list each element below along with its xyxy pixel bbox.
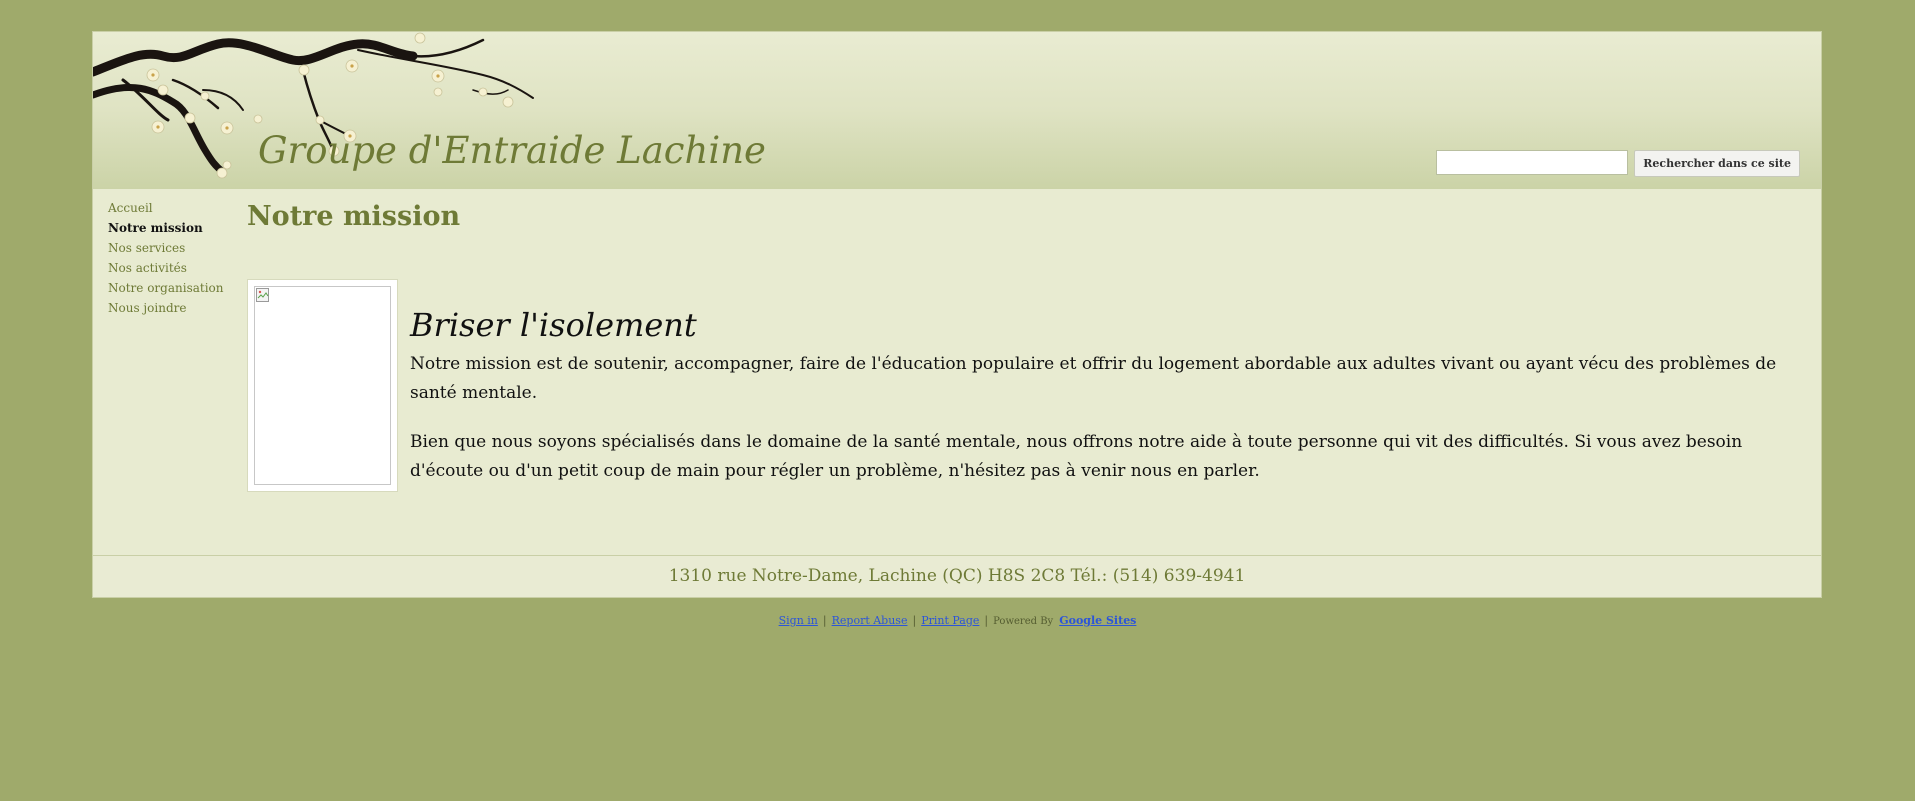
sidebar-item-notre-organisation[interactable]: Notre organisation (108, 278, 238, 298)
main-content: Notre mission Briser l'isolement Notre m… (247, 201, 1801, 492)
sidebar-item-nos-services[interactable]: Nos services (108, 238, 238, 258)
print-page-link[interactable]: Print Page (921, 614, 979, 627)
separator: | (822, 614, 827, 627)
sidebar-nav: Accueil Notre mission Nos services Nos a… (108, 198, 238, 318)
paragraph: Notre mission est de soutenir, accompagn… (410, 354, 1777, 403)
site-title[interactable]: Groupe d'Entraide Lachine (258, 129, 766, 172)
main-body: Accueil Notre mission Nos services Nos a… (93, 189, 1821, 555)
section-heading: Briser l'isolement (410, 306, 697, 344)
broken-image (254, 286, 391, 485)
page-title: Notre mission (247, 201, 461, 232)
site-footer: 1310 rue Notre-Dame, Lachine (QC) H8S 2C… (93, 555, 1821, 597)
paragraph: Bien que nous soyons spécialisés dans le… (410, 432, 1743, 481)
broken-image-icon (256, 288, 269, 302)
site-header: Groupe d'Entraide Lachine Rechercher dan… (93, 32, 1821, 189)
separator: | (912, 614, 917, 627)
mission-text: Briser l'isolement Notre mission est de … (410, 306, 1801, 506)
sidebar-item-notre-mission[interactable]: Notre mission (108, 218, 238, 238)
sidebar-item-nous-joindre[interactable]: Nous joindre (108, 298, 238, 318)
google-sites-link[interactable]: Google Sites (1059, 614, 1136, 627)
sidebar-item-accueil[interactable]: Accueil (108, 198, 238, 218)
page-container: Groupe d'Entraide Lachine Rechercher dan… (93, 32, 1821, 597)
report-abuse-link[interactable]: Report Abuse (832, 614, 908, 627)
google-sites-footer: Sign in | Report Abuse | Print Page | Powered … (0, 614, 1915, 627)
footer-address: 1310 rue Notre-Dame, Lachine (QC) H8S 2C… (668, 566, 1246, 586)
separator: | (984, 614, 989, 627)
search-input[interactable] (1436, 150, 1629, 175)
search-button[interactable]: Rechercher dans ce site (1634, 150, 1800, 177)
sign-in-link[interactable]: Sign in (779, 614, 818, 627)
image-frame (247, 279, 398, 492)
sidebar-item-nos-activites[interactable]: Nos activités (108, 258, 238, 278)
powered-by-label: Powered By (993, 616, 1054, 627)
search-bar: Rechercher dans ce site (1436, 150, 1800, 177)
